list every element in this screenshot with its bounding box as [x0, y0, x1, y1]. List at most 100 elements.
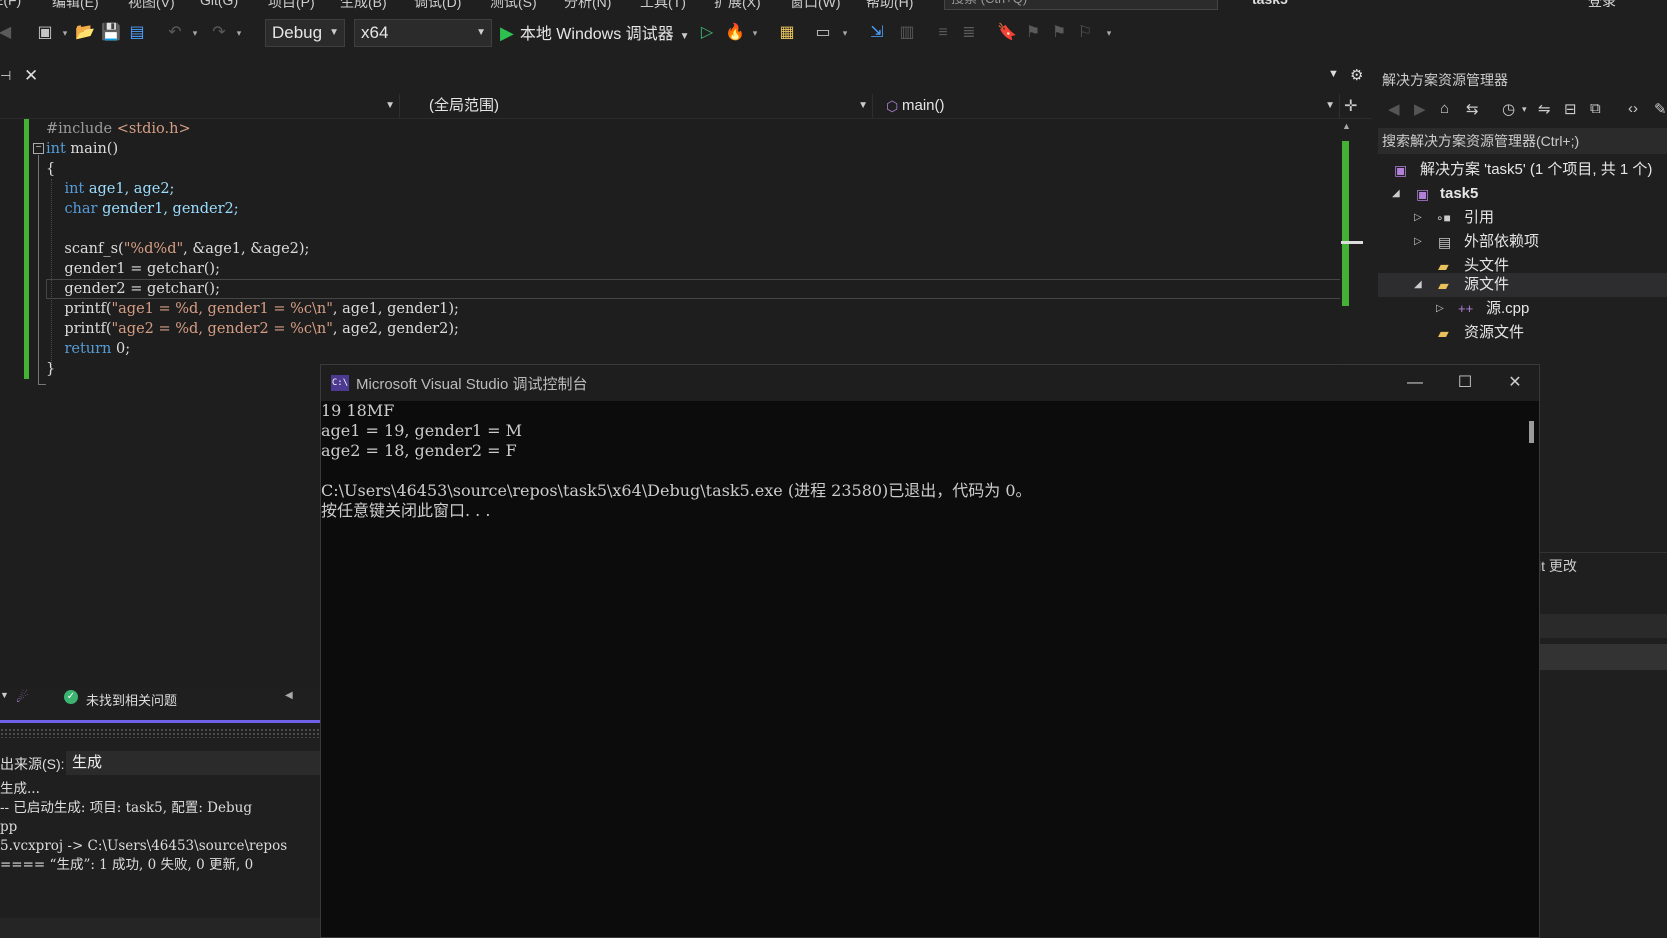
- clear-bookmarks-icon[interactable]: ⚐: [1074, 22, 1096, 44]
- menu-item[interactable]: 编辑(E): [52, 0, 99, 10]
- redo-icon[interactable]: ↷: [208, 22, 230, 44]
- menu-item[interactable]: 工具(T): [640, 0, 686, 10]
- search-input[interactable]: 搜索 (Ctrl+Q): [944, 0, 1218, 10]
- output-source-select[interactable]: 生成: [66, 751, 320, 775]
- sync-icon[interactable]: ⇋: [1538, 100, 1551, 118]
- view-code-icon[interactable]: ‹›: [1628, 100, 1638, 117]
- start-without-debugging-icon[interactable]: ▷: [696, 22, 718, 44]
- layout-dropdown-icon[interactable]: ▾: [840, 22, 850, 44]
- configuration-select[interactable]: Debug ▼: [265, 19, 345, 47]
- forward-icon[interactable]: ▶: [1414, 100, 1426, 118]
- intellicode-icon[interactable]: ☄: [16, 689, 29, 706]
- code-line[interactable]: printf("age1 = %d, gender1 = %c\n", age1…: [46, 299, 458, 319]
- close-icon[interactable]: ✕: [1493, 369, 1537, 397]
- collapsed-icon[interactable]: ▷: [1436, 297, 1444, 321]
- indent-icon[interactable]: ≣: [958, 22, 980, 44]
- hot-reload-dropdown-icon[interactable]: ▾: [750, 22, 760, 44]
- new-dropdown-icon[interactable]: ▾: [60, 22, 70, 44]
- bookmark-icon[interactable]: 🔖: [996, 22, 1018, 44]
- menu-item[interactable]: 分析(N): [564, 0, 611, 10]
- redo-dropdown-icon[interactable]: ▾: [234, 22, 244, 44]
- function-select[interactable]: ⬡ main() ▼: [878, 94, 1340, 118]
- collapsed-icon[interactable]: ▷: [1414, 206, 1422, 230]
- scroll-left-icon[interactable]: ◀: [285, 690, 293, 701]
- home-icon[interactable]: ⌂: [1440, 100, 1449, 117]
- hot-reload-icon[interactable]: 🔥: [724, 22, 746, 44]
- code-line[interactable]: gender2 = getchar();: [46, 279, 459, 299]
- browse-folder-icon[interactable]: ▦: [776, 22, 798, 44]
- menu-item[interactable]: Git(G): [200, 0, 238, 8]
- code-line[interactable]: char gender1, gender2;: [46, 199, 459, 219]
- menu-item[interactable]: 扩展(X): [714, 0, 761, 10]
- panel-splitter[interactable]: [0, 728, 320, 738]
- history-dropdown-icon[interactable]: ▾: [1522, 104, 1527, 115]
- menu-item[interactable]: 帮助(H): [866, 0, 913, 10]
- git-changes-tab[interactable]: it 更改: [1538, 556, 1577, 576]
- menu-item[interactable]: E(F): [0, 0, 21, 8]
- back-icon[interactable]: ◀: [0, 22, 16, 44]
- scrollbar-thumb[interactable]: [1529, 421, 1534, 443]
- code-line[interactable]: gender1 = getchar();: [46, 259, 459, 279]
- code-line[interactable]: return 0;: [46, 339, 459, 359]
- editor-scrollbar[interactable]: ▲: [1340, 119, 1363, 364]
- history-icon[interactable]: ◷: [1502, 100, 1515, 118]
- menu-item[interactable]: 测试(S): [490, 0, 537, 10]
- breakpoint-icon[interactable]: ▥: [896, 22, 918, 44]
- tree-item-resource-files[interactable]: ▰ 资源文件: [1378, 321, 1667, 345]
- menu-item[interactable]: 窗口(W): [790, 0, 841, 10]
- show-all-files-icon[interactable]: ⧉: [1590, 100, 1601, 117]
- tree-item-project[interactable]: ◢ ▣ task5: [1378, 182, 1667, 206]
- menu-item[interactable]: 调试(D): [414, 0, 461, 10]
- chevron-down-icon[interactable]: ▼: [680, 31, 690, 42]
- gear-icon[interactable]: ⚙: [1350, 66, 1363, 84]
- save-icon[interactable]: 💾: [100, 22, 122, 44]
- tree-item-external-deps[interactable]: ▷ ▤ 外部依赖项: [1378, 230, 1667, 254]
- start-debugging-button[interactable]: ▶ 本地 Windows 调试器 ▼: [500, 20, 690, 46]
- toolbar-overflow-icon[interactable]: ▾: [1104, 22, 1114, 44]
- output-scrollbar[interactable]: [0, 918, 320, 938]
- code-line[interactable]: {: [46, 159, 459, 179]
- chevron-down-icon[interactable]: ▼: [0, 690, 9, 700]
- project-scope-select[interactable]: ▼: [0, 94, 400, 118]
- console-scrollbar[interactable]: [1521, 401, 1539, 937]
- code-line[interactable]: #include <stdio.h>: [46, 119, 459, 139]
- code-line[interactable]: [46, 219, 459, 239]
- undo-dropdown-icon[interactable]: ▾: [190, 22, 200, 44]
- menu-item[interactable]: 生成(B): [340, 0, 387, 10]
- open-folder-icon[interactable]: 📂: [74, 22, 96, 44]
- expanded-icon[interactable]: ◢: [1392, 182, 1400, 206]
- code-line[interactable]: scanf_s("%d%d", &age1, &age2);: [46, 239, 459, 259]
- collapse-icon[interactable]: −: [33, 143, 44, 154]
- minimize-icon[interactable]: —: [1393, 369, 1437, 397]
- undo-icon[interactable]: ↶: [164, 22, 186, 44]
- close-icon[interactable]: ✕: [24, 66, 38, 86]
- solution-search-input[interactable]: 搜索解决方案资源管理器(Ctrl+;): [1378, 128, 1667, 154]
- issues-status[interactable]: 未找到相关问题: [86, 690, 177, 709]
- menu-item[interactable]: 视图(V): [128, 0, 175, 10]
- expanded-icon[interactable]: ◢: [1414, 273, 1422, 297]
- platform-select[interactable]: x64 ▼: [354, 19, 492, 47]
- console-titlebar[interactable]: C:\ Microsoft Visual Studio 调试控制台 — ☐ ✕: [321, 365, 1539, 401]
- tree-item-source-files[interactable]: ◢ ▰ 源文件: [1378, 273, 1667, 297]
- tree-item-references[interactable]: ▷ ∘■ 引用: [1378, 206, 1667, 230]
- collapsed-icon[interactable]: ▷: [1414, 230, 1422, 254]
- step-icon[interactable]: ⇲: [866, 22, 888, 44]
- tree-item-source-cpp[interactable]: ▷ ++ 源.cpp: [1378, 297, 1667, 321]
- tree-item-solution[interactable]: ▣ 解决方案 'task5' (1 个项目, 共 1 个): [1378, 158, 1667, 182]
- scroll-up-icon[interactable]: ▲: [1342, 121, 1351, 131]
- code-line[interactable]: int main(): [46, 139, 459, 159]
- pin-icon[interactable]: ⊣: [0, 68, 11, 84]
- menu-item[interactable]: 项目(P): [268, 0, 315, 10]
- scope-select[interactable]: (全局范围) ▼: [405, 94, 873, 118]
- maximize-icon[interactable]: ☐: [1443, 369, 1487, 397]
- console-output[interactable]: 19 18MF age1 = 19, gender1 = Mage2 = 18, …: [321, 401, 1521, 937]
- layout-icon[interactable]: ▭: [812, 22, 834, 44]
- outdent-icon[interactable]: ≡: [932, 22, 954, 44]
- switch-views-icon[interactable]: ⇆: [1466, 100, 1479, 118]
- new-project-icon[interactable]: ▣: [34, 22, 56, 44]
- code-line[interactable]: int age1, age2;: [46, 179, 459, 199]
- tab-list-dropdown-icon[interactable]: ▼: [1328, 68, 1339, 80]
- code-content[interactable]: #include <stdio.h> int main(){ int age1, …: [46, 119, 459, 379]
- code-line[interactable]: printf("age2 = %d, gender2 = %c\n", age2…: [46, 319, 458, 339]
- next-bookmark-icon[interactable]: ⚑: [1048, 22, 1070, 44]
